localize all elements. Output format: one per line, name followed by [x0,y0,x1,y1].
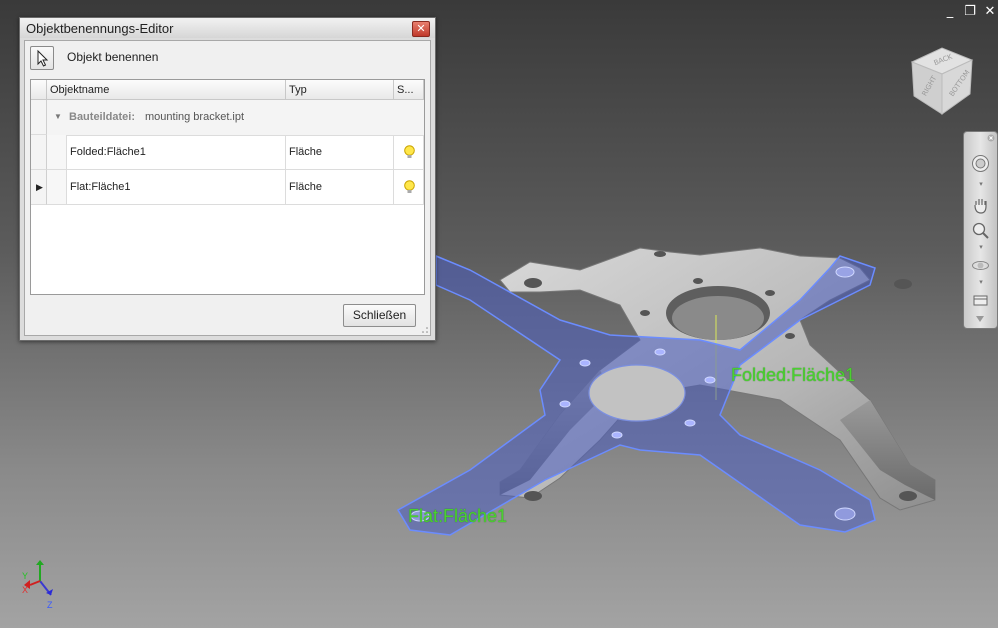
table-cell-status[interactable] [394,135,424,170]
folded-face-label: Folded:Fläche1 [731,365,855,386]
table-cell-type[interactable]: Fläche [286,170,394,205]
flat-label-suffix: Fläche1 [443,506,508,526]
folded-label-prefix: Folded: [731,365,792,385]
axis-y-label: Y [22,571,28,581]
group-row[interactable]: ▼ Bauteildatei: mounting bracket.ipt [47,100,424,136]
chevron-down-icon[interactable]: ▼ [54,112,62,121]
axis-x-label: X [22,585,28,595]
object-table[interactable]: Objektname Typ S... ▼ Bauteildatei: moun… [30,79,425,295]
lightbulb-icon[interactable] [403,145,416,159]
look-at-icon[interactable] [971,290,990,309]
folded-label-suffix: Fläche1 [791,365,856,385]
dialog-title: Objektbenennungs-Editor [26,21,174,36]
close-icon[interactable]: ✕ [412,21,430,37]
pan-hand-icon[interactable] [971,196,990,215]
table-cell-type[interactable]: Fläche [286,135,394,170]
close-button[interactable]: Schließen [343,304,416,327]
dialog-body: Objekt benennen Objektname Typ S... ▼ Ba… [24,40,431,336]
group-label: Bauteildatei: [69,111,136,123]
column-header-status[interactable]: S... [394,80,424,100]
pick-object-button[interactable] [30,46,54,70]
lightbulb-icon[interactable] [403,180,416,194]
row-selector[interactable] [31,100,47,135]
navigation-bar[interactable]: ▾ ▾ ▾ [963,131,998,329]
zoom-icon[interactable] [971,221,990,240]
close-window-button[interactable]: ✕ [982,4,998,20]
resize-grip-icon[interactable] [420,325,428,333]
column-header-name[interactable]: Objektname [47,80,286,100]
navbar-close-icon[interactable] [987,134,995,142]
table-cell-name[interactable]: Flat:Fläche1 [67,170,286,205]
chevron-down-icon[interactable]: ▾ [976,180,986,188]
axis-z-label: Z [47,600,53,610]
row-indent [47,170,67,205]
cursor-arrow-icon [37,49,49,67]
group-value: mounting bracket.ipt [145,111,245,123]
customize-icon[interactable] [975,314,985,323]
table-cell-status[interactable] [394,170,424,205]
minimize-button[interactable]: _ [942,4,958,20]
object-naming-editor-dialog[interactable]: Objektbenennungs-Editor ✕ Objekt benenne… [19,17,436,341]
column-header-type[interactable]: Typ [286,80,394,100]
steering-wheel-icon[interactable] [971,154,990,173]
flat-label-prefix: Flat: [408,506,444,526]
chevron-down-icon[interactable]: ▾ [976,278,986,286]
dialog-titlebar[interactable]: Objektbenennungs-Editor ✕ [20,18,435,38]
table-cell-name[interactable]: Folded:Fläche1 [67,135,286,170]
current-row-indicator-icon: ▶ [36,182,43,192]
chevron-down-icon[interactable]: ▾ [976,243,986,251]
pick-object-label: Objekt benennen [67,50,159,64]
viewcube[interactable]: BACK RIGHT BOTTOM [908,44,976,116]
column-header-selector [31,80,47,100]
restore-button[interactable]: ❐ [962,4,978,20]
row-selector[interactable]: ▶ [31,170,47,205]
row-selector[interactable] [31,135,47,170]
axis-triad: Y X Z [22,560,53,610]
row-indent [47,135,67,170]
orbit-icon[interactable] [971,256,990,275]
flat-face-label: Flat:Fläche1 [408,506,507,527]
